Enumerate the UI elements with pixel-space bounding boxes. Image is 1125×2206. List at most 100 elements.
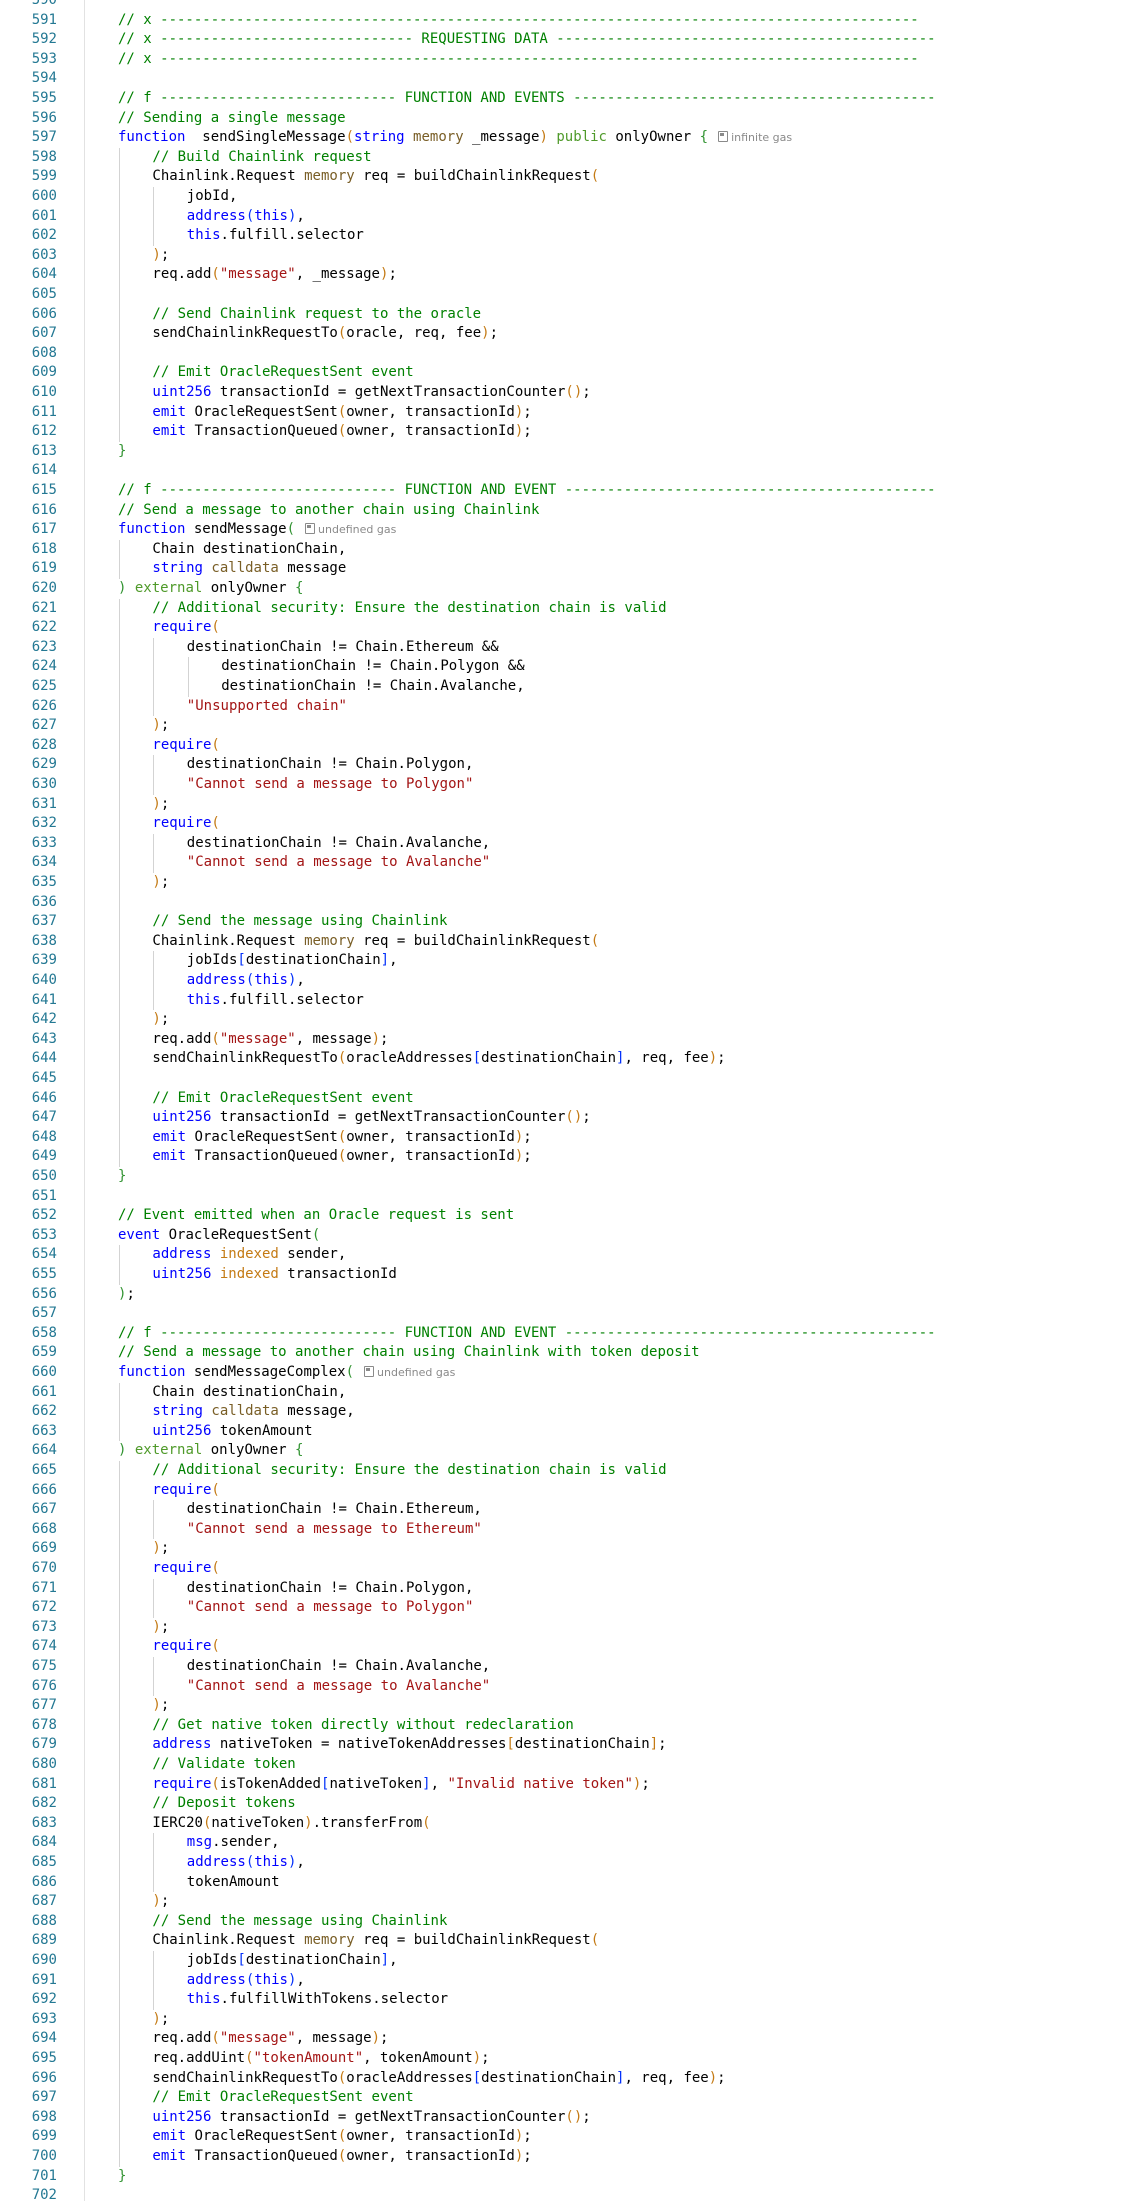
code-text[interactable]: // Emit OracleRequestSent event — [152, 1089, 413, 1109]
code-line[interactable]: 618 Chain destinationChain, — [0, 539, 1125, 560]
code-line[interactable]: 619 string calldata message — [0, 559, 1125, 579]
code-line[interactable]: 611 emit OracleRequestSent(owner, transac… — [0, 402, 1125, 423]
code-line[interactable]: 599 Chainlink.Request memory req = buildC… — [0, 167, 1125, 187]
code-line[interactable]: 621 // Additional security: Ensure the de… — [0, 598, 1125, 619]
code-text[interactable]: // Get native token directly without red… — [152, 1716, 573, 1736]
code-line[interactable]: 623 destinationChain != Chain.Ethereum && — [0, 637, 1125, 658]
code-line[interactable]: 674 require( — [0, 1637, 1125, 1657]
code-line[interactable]: 608 — [0, 343, 1125, 364]
code-text[interactable]: // Send Chainlink request to the oracle — [152, 305, 481, 325]
code-text[interactable]: ); — [152, 716, 169, 736]
code-line[interactable]: 622 require( — [0, 618, 1125, 638]
code-line[interactable]: 604 req.add("message", _message); — [0, 265, 1125, 285]
code-line[interactable]: 684 msg.sender, — [0, 1833, 1125, 1853]
code-text[interactable]: sendChainlinkRequestTo(oracle, req, fee)… — [152, 324, 498, 344]
code-line[interactable]: 596 // Sending a single message — [0, 109, 1125, 129]
code-text[interactable]: require( — [152, 736, 219, 756]
code-text[interactable]: req.add("message", message); — [152, 1030, 388, 1050]
code-line[interactable]: 671 destinationChain != Chain.Polygon, — [0, 1578, 1125, 1599]
code-line[interactable]: 628 require( — [0, 735, 1125, 756]
code-line[interactable]: 689 Chainlink.Request memory req = buildC… — [0, 1931, 1125, 1951]
code-text[interactable]: require( — [152, 1637, 219, 1657]
code-text[interactable]: "Cannot send a message to Avalanche" — [187, 853, 490, 873]
code-line[interactable]: 592 // x ------------------------------ R… — [0, 30, 1125, 50]
code-text[interactable]: destinationChain != Chain.Polygon && — [221, 657, 524, 677]
code-line[interactable]: 702 — [0, 2186, 1125, 2206]
code-line[interactable]: 698 uint256 transactionId = getNextTransa… — [0, 2107, 1125, 2128]
code-line[interactable]: 625 destinationChain != Chain.Avalanche, — [0, 677, 1125, 697]
code-text[interactable]: // x ------------------------------ REQU… — [118, 30, 936, 50]
code-text[interactable]: // Validate token — [152, 1755, 295, 1775]
code-line[interactable]: 644 sendChainlinkRequestTo(oracleAddresse… — [0, 1049, 1125, 1069]
code-text[interactable]: ); — [152, 1539, 169, 1559]
code-line[interactable]: 677); — [0, 1696, 1125, 1716]
code-line[interactable]: 695 req.addUint("tokenAmount", tokenAmoun… — [0, 2049, 1125, 2069]
code-line[interactable]: 590 — [0, 0, 1125, 11]
code-line[interactable]: 647 uint256 transactionId = getNextTransa… — [0, 1108, 1125, 1128]
code-text[interactable]: tokenAmount — [187, 1873, 280, 1893]
code-text[interactable]: ); — [152, 1618, 169, 1638]
code-line[interactable]: 681 require(isTokenAdded[nativeToken], "I… — [0, 1774, 1125, 1795]
code-line[interactable]: 676 "Cannot send a message to Avalanche" — [0, 1676, 1125, 1697]
code-text[interactable]: // f ---------------------------- FUNCTI… — [118, 481, 936, 501]
code-text[interactable]: emit TransactionQueued(owner, transactio… — [152, 2147, 531, 2167]
code-text[interactable]: } — [118, 442, 126, 462]
code-text[interactable]: ); — [152, 246, 169, 266]
code-text[interactable]: require( — [152, 814, 219, 834]
code-line[interactable]: 685 address(this), — [0, 1853, 1125, 1873]
code-line[interactable]: 614 — [0, 461, 1125, 481]
code-line[interactable]: 691 address(this), — [0, 1970, 1125, 1991]
code-line[interactable]: 687); — [0, 1892, 1125, 1912]
code-line[interactable]: 624 destinationChain != Chain.Polygon && — [0, 657, 1125, 677]
code-text[interactable]: Chainlink.Request memory req = buildChai… — [152, 1931, 599, 1951]
code-editor[interactable]: 590 591 // x -----------------------------… — [0, 0, 1125, 2203]
code-line[interactable]: 598 // Build Chainlink request — [0, 147, 1125, 168]
code-text[interactable]: // Additional security: Ensure the desti… — [152, 599, 666, 619]
code-text[interactable]: destinationChain != Chain.Avalanche, — [187, 1657, 490, 1677]
code-text[interactable]: "Unsupported chain" — [187, 697, 347, 717]
code-text[interactable]: uint256 indexed transactionId — [152, 1265, 396, 1285]
code-line[interactable]: 656); — [0, 1285, 1125, 1305]
code-line[interactable]: 697 // Emit OracleRequestSent event — [0, 2088, 1125, 2108]
code-line[interactable]: 617 function sendMessage(undefined gas — [0, 520, 1125, 540]
code-text[interactable]: // Emit OracleRequestSent event — [152, 363, 413, 383]
code-text[interactable]: function sendMessage(undefined gas — [118, 520, 396, 540]
code-text[interactable]: emit TransactionQueued(owner, transactio… — [152, 422, 531, 442]
code-line[interactable]: 668 "Cannot send a message to Ethereum" — [0, 1519, 1125, 1540]
code-text[interactable]: require( — [152, 1559, 219, 1579]
code-text[interactable]: // Emit OracleRequestSent event — [152, 2088, 413, 2108]
gas-estimate-lens[interactable]: undefined gas — [305, 523, 396, 536]
code-text[interactable]: ); — [152, 1696, 169, 1716]
code-text[interactable]: address indexed sender, — [152, 1245, 346, 1265]
code-line[interactable]: 636 — [0, 892, 1125, 913]
code-line[interactable]: 595 // f ---------------------------- FUN… — [0, 89, 1125, 109]
code-line[interactable]: 694 req.add("message", message); — [0, 2029, 1125, 2049]
code-line[interactable]: 648 emit OracleRequestSent(owner, transac… — [0, 1127, 1125, 1148]
code-line[interactable]: 627); — [0, 716, 1125, 736]
code-line[interactable]: 672 "Cannot send a message to Polygon" — [0, 1598, 1125, 1618]
code-text[interactable]: jobId, — [187, 187, 238, 207]
code-line[interactable]: 650} — [0, 1167, 1125, 1187]
code-line[interactable]: 593 // x --------------------------------… — [0, 50, 1125, 70]
code-text[interactable]: Chainlink.Request memory req = buildChai… — [152, 167, 599, 187]
code-line[interactable]: 683 IERC20(nativeToken).transferFrom( — [0, 1813, 1125, 1834]
code-text[interactable]: require( — [152, 618, 219, 638]
code-line[interactable]: 606 // Send Chainlink request to the orac… — [0, 304, 1125, 325]
code-text[interactable]: function sendMessageComplex(undefined ga… — [118, 1363, 455, 1383]
code-text[interactable]: emit TransactionQueued(owner, transactio… — [152, 1147, 531, 1167]
code-line[interactable]: 660 function sendMessageComplex(undefined… — [0, 1363, 1125, 1383]
code-line[interactable]: 690 jobIds[destinationChain], — [0, 1951, 1125, 1971]
code-line[interactable]: 641 this.fulfill.selector — [0, 990, 1125, 1011]
code-line[interactable]: 675 destinationChain != Chain.Avalanche, — [0, 1657, 1125, 1677]
code-line[interactable]: 633 destinationChain != Chain.Avalanche, — [0, 833, 1125, 854]
code-line[interactable]: 638 Chainlink.Request memory req = buildC… — [0, 931, 1125, 952]
code-text[interactable]: emit OracleRequestSent(owner, transactio… — [152, 2127, 531, 2147]
code-text[interactable]: Chain destinationChain, — [152, 540, 346, 560]
code-line[interactable]: 669); — [0, 1539, 1125, 1559]
code-line[interactable]: 626 "Unsupported chain" — [0, 696, 1125, 717]
code-line[interactable]: 612 emit TransactionQueued(owner, transac… — [0, 422, 1125, 442]
code-line[interactable]: 620) external onlyOwner { — [0, 579, 1125, 599]
code-line[interactable]: 670 require( — [0, 1559, 1125, 1579]
code-text[interactable]: IERC20(nativeToken).transferFrom( — [152, 1814, 430, 1834]
code-line[interactable]: 631); — [0, 794, 1125, 815]
